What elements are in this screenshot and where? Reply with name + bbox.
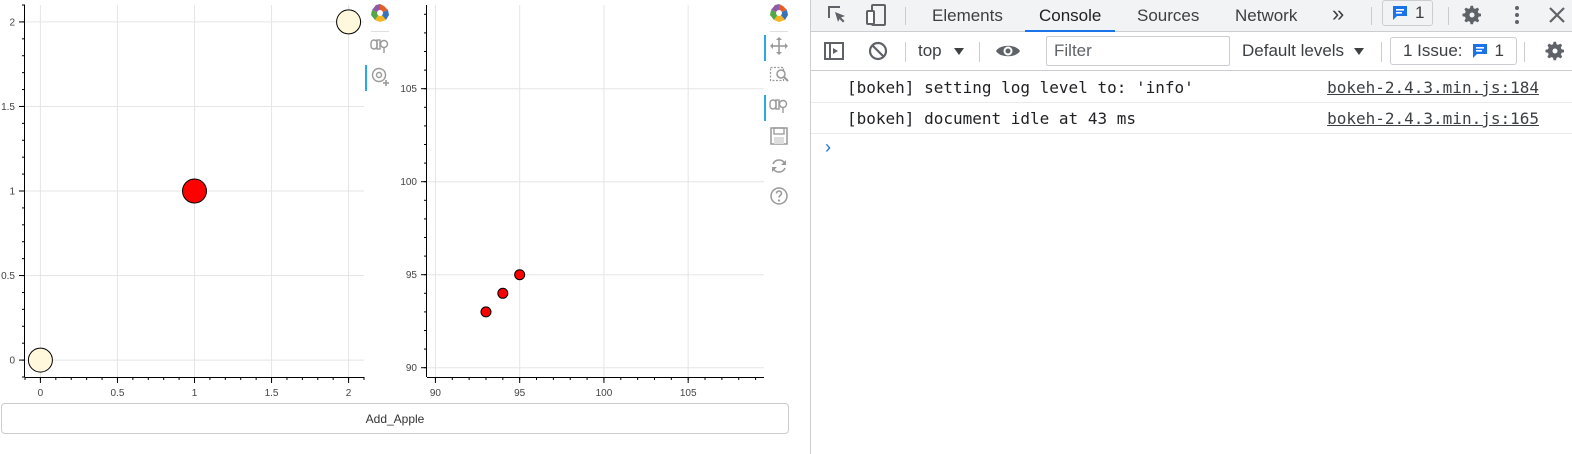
scatter-point[interactable] (514, 269, 526, 281)
tab-sources[interactable]: Sources (1137, 0, 1199, 31)
bokeh-logo-tool (766, 0, 792, 30)
bokeh-document: 0 0.5 1 1.5 2 0 0.5 1 1.5 2 90 95 100 105 90 95 100 105 … (0, 0, 810, 454)
filter-input[interactable] (1046, 36, 1230, 66)
console-message-text: [bokeh] document idle at 43 ms (847, 109, 1136, 128)
hover-icon (370, 66, 390, 91)
kebab-menu-icon[interactable] (1505, 3, 1529, 27)
context-value: top (918, 41, 942, 60)
box-zoom-tool[interactable] (766, 63, 792, 93)
plot-2-toolbar (764, 0, 792, 213)
console-message-row: [bokeh] document idle at 43 ms bokeh-2.4… (811, 103, 1572, 134)
scatter-point[interactable] (182, 178, 207, 204)
scatter-plot-2[interactable]: 90 95 100 105 90 95 100 105 (392, 0, 768, 400)
x-tick-label: 0 (38, 388, 44, 399)
tab-console[interactable]: Console (1024, 0, 1116, 32)
devtools-tab-bar: Elements Console Sources Network » 1 (811, 0, 1572, 32)
box-zoom-icon (769, 66, 789, 91)
toolbar-separator (371, 31, 389, 32)
x-tick-label: 90 (430, 388, 442, 399)
scatter-point[interactable] (497, 287, 509, 299)
help-tool[interactable] (766, 183, 792, 213)
triangle-down-icon (953, 48, 964, 55)
x-tick-label: 100 (596, 388, 613, 399)
x-tick-label: 1.5 (265, 388, 279, 399)
triangle-down-icon (1354, 48, 1365, 55)
messages-count: 1 (1415, 3, 1425, 22)
x-tick-label: 2 (346, 388, 352, 399)
console-source-link[interactable]: bokeh-2.4.3.min.js:165 (1327, 109, 1539, 128)
log-levels-dropdown[interactable]: Default levels (1242, 41, 1366, 61)
context-selector[interactable]: top (918, 41, 966, 61)
sidebar-toggle-icon[interactable] (822, 39, 846, 63)
wheel-zoom-icon (370, 36, 390, 61)
console-message-row: [bokeh] setting log level to: 'info' bok… (811, 72, 1572, 103)
x-tick-label: 1 (192, 388, 198, 399)
scatter-plot-1[interactable]: 0 0.5 1 1.5 2 0 0.5 1 1.5 2 (0, 0, 368, 400)
scatter-point[interactable] (27, 347, 53, 373)
console-prompt-input[interactable]: › (825, 138, 1565, 160)
console-source-link[interactable]: bokeh-2.4.3.min.js:184 (1327, 78, 1539, 97)
wheel-zoom-icon (769, 96, 789, 121)
close-icon[interactable] (1545, 3, 1569, 27)
scatter-point[interactable] (336, 9, 362, 35)
y-tick-label: 1 (9, 187, 15, 198)
message-icon (1472, 44, 1487, 58)
more-tabs-button[interactable]: » (1332, 0, 1344, 29)
issues-label: 1 Issue: (1403, 41, 1463, 60)
y-tick-label: 105 (400, 84, 417, 95)
tab-elements[interactable]: Elements (932, 0, 1003, 31)
pan-tool[interactable] (764, 33, 792, 63)
y-tick-label: 95 (406, 270, 418, 281)
y-tick-label: 1.5 (1, 102, 15, 113)
console-toolbar: top Default levels 1 Issue: 1 (811, 32, 1572, 71)
prompt-chevron-icon: › (825, 137, 831, 157)
live-expression-eye-icon[interactable] (994, 39, 1022, 63)
clear-console-icon[interactable] (866, 39, 890, 63)
console-message-text: [bokeh] setting log level to: 'info' (847, 78, 1194, 97)
scatter-point[interactable] (480, 306, 492, 318)
issues-count: 1 (1494, 41, 1505, 60)
y-tick-label: 2 (9, 17, 15, 28)
y-tick-label: 0.5 (1, 271, 15, 282)
settings-gear-icon[interactable] (1460, 3, 1484, 27)
wheel-zoom-tool[interactable] (764, 93, 792, 123)
add-apple-button[interactable]: Add_Apple (1, 403, 789, 434)
issues-button[interactable]: 1 Issue: 1 (1390, 37, 1518, 65)
bokeh-logo-icon (769, 3, 789, 28)
inspect-element-icon[interactable] (825, 3, 849, 27)
x-tick-label: 105 (680, 388, 697, 399)
bokeh-logo-icon (370, 3, 390, 28)
log-levels-value: Default levels (1242, 41, 1345, 60)
x-tick-label: 0.5 (111, 388, 125, 399)
bokeh-logo-tool (367, 0, 393, 30)
hover-tool[interactable] (365, 63, 393, 93)
devtools-panel: Elements Console Sources Network » 1 top (810, 0, 1572, 454)
wheel-zoom-tool[interactable] (367, 33, 393, 63)
reset-icon (769, 156, 789, 181)
messages-badge[interactable]: 1 (1382, 0, 1434, 26)
pan-icon (769, 36, 789, 61)
device-toolbar-icon[interactable] (865, 3, 889, 27)
console-settings-gear-icon[interactable] (1543, 39, 1567, 63)
save-icon (769, 126, 789, 151)
x-tick-label: 95 (514, 388, 526, 399)
plot-1-toolbar (365, 0, 393, 93)
message-icon (1393, 6, 1407, 20)
help-icon (769, 186, 789, 211)
reset-tool[interactable] (766, 153, 792, 183)
y-tick-label: 0 (9, 356, 15, 367)
y-tick-label: 90 (406, 363, 418, 374)
toolbar-separator (770, 31, 788, 32)
save-tool[interactable] (766, 123, 792, 153)
y-tick-label: 100 (400, 177, 417, 188)
tab-network[interactable]: Network (1235, 0, 1297, 31)
